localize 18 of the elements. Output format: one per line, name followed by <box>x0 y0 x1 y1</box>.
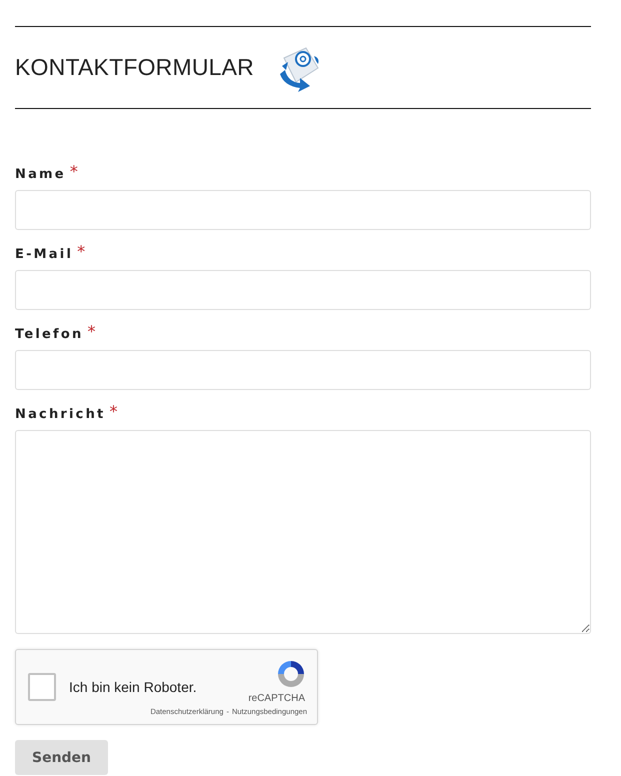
required-mark: * <box>109 404 118 420</box>
captcha-brand: reCAPTCHA <box>248 693 305 704</box>
captcha-label: Ich bin kein Roboter. <box>69 679 197 695</box>
field-label: Telefon <box>15 326 84 344</box>
required-mark: * <box>70 164 78 180</box>
captcha-checkbox[interactable] <box>28 673 56 701</box>
message-field[interactable] <box>15 430 591 634</box>
field-label: Nachricht <box>15 406 106 424</box>
submit-button[interactable]: Senden <box>15 740 108 775</box>
form-title: KONTAKTFORMULAR <box>15 54 254 81</box>
field-label: E-Mail <box>15 246 74 264</box>
input-field[interactable] <box>15 190 591 230</box>
required-mark: * <box>87 324 96 340</box>
input-field[interactable] <box>15 270 591 310</box>
recaptcha-logo-icon <box>275 658 307 690</box>
field-label: Name <box>15 166 66 184</box>
required-mark: * <box>77 244 86 260</box>
input-field[interactable] <box>15 350 591 390</box>
